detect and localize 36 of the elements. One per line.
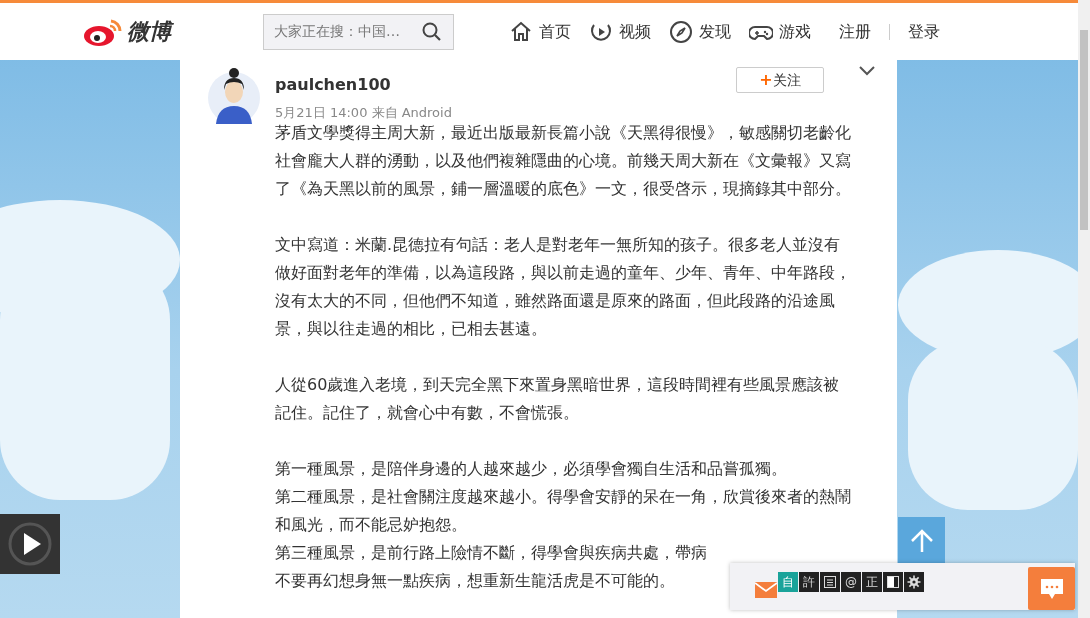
gear-button[interactable] (904, 572, 924, 592)
paragraph: 文中寫道：米蘭.昆德拉有句話：老人是對老年一無所知的孩子。很多老人並沒有做好面對老年的準備，以為這段路，與以前走過的童年、少年、青年、中年路段，沒有太大的不同，但他們不知道，雖然路面還是原來的路面，但此段路的沿途風景，與以往走過的相比，已相去甚遠。 (275, 234, 852, 340)
nav-link[interactable]: 游戏 (749, 19, 811, 44)
follow-button[interactable]: +关注 (736, 67, 824, 93)
post-meta: 5月21日 14:00 来自 Android (275, 104, 452, 122)
account-link[interactable]: 注册 (839, 19, 871, 44)
house-icon (509, 19, 533, 44)
nav-link[interactable]: 视频 (589, 19, 651, 44)
compass-icon (669, 19, 693, 44)
avatar (208, 66, 260, 124)
chevron-down-icon[interactable] (859, 66, 875, 76)
scrollbar-thumb[interactable] (1080, 30, 1088, 230)
play-icon (7, 521, 53, 567)
envelope-icon (755, 580, 777, 598)
contrast-button[interactable] (883, 572, 903, 592)
paragraph: 不要再幻想身無一點疾病，想重新生龍活虎是不可能的。 (275, 570, 675, 592)
nav-link[interactable]: 首页 (509, 19, 571, 44)
video-player-button[interactable] (0, 514, 60, 574)
nav-link[interactable]: 发现 (669, 19, 731, 44)
search-box[interactable]: 大家正在搜：中国… (263, 13, 454, 50)
paragraph: 茅盾文學獎得主周大新，最近出版最新長篇小說《天黑得很慢》，敏感關切老齡化社會龐大人群的湧動，以及他們複雜隱曲的心境。前幾天周大新在《文彙報》又寫了《為天黑以前的風景，鋪一層溫暖的底色》一文，很受啓示，現摘錄其中部分。 (275, 122, 852, 200)
search-field[interactable]: 大家正在搜：中国… (272, 20, 422, 43)
paragraph: 第三種風景，是前行路上險情不斷，得學會與疾病共處，帶病 (275, 542, 707, 564)
back-to-top-button[interactable] (898, 517, 945, 565)
search-icon[interactable] (422, 21, 442, 42)
account-link[interactable]: 登录 (908, 19, 940, 44)
paragraph: 第一種風景，是陪伴身邊的人越來越少，必須學會獨自生活和品嘗孤獨。 (275, 458, 787, 480)
paragraph: 人從60歲進入老境，到天完全黑下來置身黑暗世界，這段時間裡有些風景應該被記住。記住了，就會心中有數，不會慌張。 (275, 374, 841, 424)
toolbar-button[interactable]: @ (841, 572, 861, 592)
speech-bubble-icon (1039, 577, 1064, 600)
paragraph: 第二種風景，是社會關注度越來越小。得學會安靜的呆在一角，欣賞後來者的熱鬧和風光，而不能忌妒抱怨。 (275, 486, 852, 536)
toolbar-button[interactable]: 許 (799, 572, 819, 592)
toolbar-button[interactable]: 正 (862, 572, 882, 592)
username[interactable]: paulchen100 (275, 73, 452, 97)
document-button[interactable] (820, 572, 840, 592)
chat-button[interactable] (1028, 567, 1075, 610)
